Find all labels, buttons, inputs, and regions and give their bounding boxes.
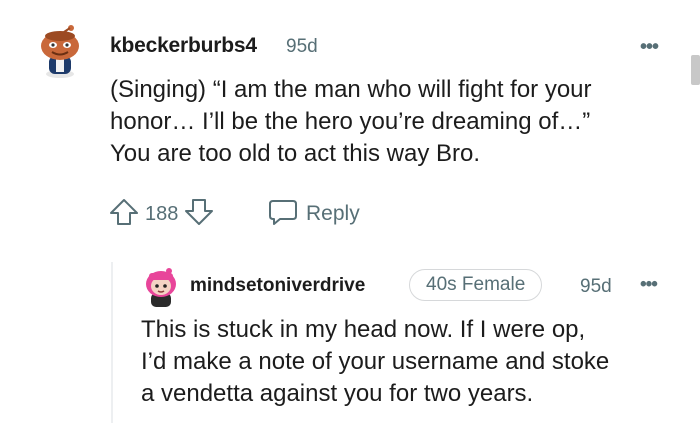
avatar[interactable] [38,22,82,78]
reply-username[interactable]: mindsetoniverdrive [190,275,365,297]
avatar[interactable] [143,265,179,307]
reply-line: This is stuck in my head now. If I were … [141,316,586,343]
reply-timestamp: 95d [580,276,612,297]
comment-line: honor… I’ll be the hero you’re dreaming … [110,108,591,135]
downvote-icon[interactable] [184,198,214,231]
reply-line: a vendetta against you for two years. [141,380,534,407]
ellipsis-icon[interactable]: ••• [640,274,658,296]
comment-username[interactable]: kbeckerburbs4 [110,34,257,58]
comment-timestamp: 95d [286,36,318,57]
vote-count: 188 [145,202,179,225]
reply-label: Reply [306,202,360,225]
thread-line[interactable] [111,262,113,423]
comment-line: You are too old to act this way Bro. [110,140,480,167]
reply-line: I’d make a note of your username and sto… [141,348,610,375]
user-flair: 40s Female [409,269,543,301]
ellipsis-icon[interactable]: ••• [640,36,659,59]
reply-button[interactable]: Reply [268,199,360,229]
scrollbar[interactable] [691,55,700,85]
comment-line: (Singing) “I am the man who will fight f… [110,76,592,103]
comment-body: (Singing) “I am the man who will fight f… [110,74,680,170]
vote-controls: 188 [109,198,214,231]
reply-body: This is stuck in my head now. If I were … [141,314,686,410]
comment-bubble-icon [268,198,298,231]
upvote-icon[interactable] [109,198,139,231]
